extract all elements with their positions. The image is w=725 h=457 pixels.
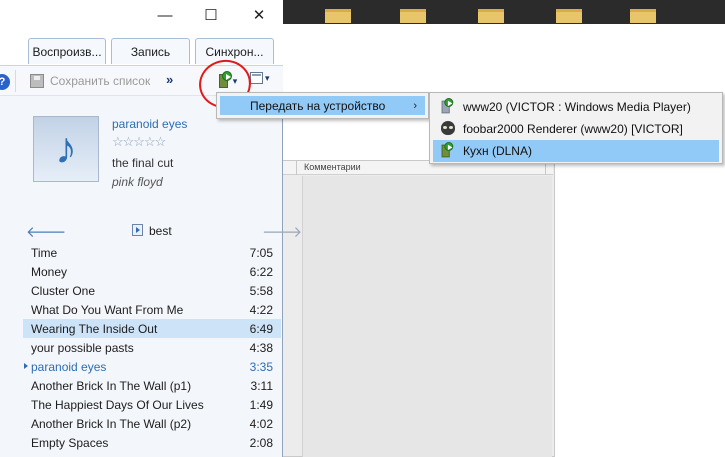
- tab-sync[interactable]: Синхрон...: [195, 38, 274, 64]
- devices-submenu: www20 (VICTOR : Windows Media Player) fo…: [429, 92, 723, 164]
- track-duration: 4:38: [249, 340, 273, 355]
- list-options-icon: [250, 72, 263, 84]
- device-label: foobar2000 Renderer (www20) [VICTOR]: [463, 122, 683, 136]
- track-row-selected[interactable]: Wearing The Inside Out 6:49: [23, 319, 281, 338]
- toolbar-divider: [15, 70, 16, 92]
- tabs-bar: Воспроизв... Запись Синхрон...: [0, 30, 283, 66]
- chevron-down-icon: ▾: [265, 72, 270, 83]
- minimize-icon: —: [157, 6, 173, 24]
- track-duration: 6:49: [249, 321, 273, 336]
- track-duration: 2:08: [249, 435, 273, 450]
- track-duration: 4:02: [249, 416, 273, 431]
- track-row[interactable]: Time 7:05: [23, 243, 281, 262]
- device-label: Кухн (DLNA): [463, 144, 532, 158]
- track-row[interactable]: your possible pasts 4:38: [23, 338, 281, 357]
- folder-icon[interactable]: [325, 9, 351, 23]
- close-icon: ✕: [252, 7, 266, 24]
- now-playing-album: the final cut: [112, 156, 174, 170]
- device-item-kitchen-dlna[interactable]: Кухн (DLNA): [433, 140, 719, 162]
- track-name: Another Brick In The Wall (p2): [31, 416, 192, 431]
- foobar-alien-icon: [441, 121, 455, 135]
- folder-icon[interactable]: [478, 9, 504, 23]
- device-label: www20 (VICTOR : Windows Media Player): [463, 100, 691, 114]
- submenu-arrow-icon: ›: [413, 99, 417, 112]
- album-art: ♪: [33, 116, 99, 182]
- cast-context-menu: Передать на устройство ›: [216, 92, 429, 119]
- track-row-now-playing[interactable]: paranoid eyes 3:35: [23, 357, 281, 376]
- minimize-button[interactable]: —: [142, 0, 188, 30]
- list-options-button[interactable]: ▾: [250, 72, 270, 84]
- comments-column-label: Комментарии: [304, 162, 361, 172]
- track-row[interactable]: Money 6:22: [23, 262, 281, 281]
- track-name: The Happiest Days Of Our Lives: [31, 397, 204, 412]
- track-row[interactable]: Cluster One 5:58: [23, 281, 281, 300]
- help-icon[interactable]: ?: [0, 74, 10, 90]
- save-list-button[interactable]: Сохранить список: [30, 72, 150, 90]
- maximize-button[interactable]: ☐: [188, 0, 234, 30]
- now-playing-title[interactable]: paranoid eyes: [112, 117, 187, 131]
- track-row[interactable]: Empty Spaces 2:08: [23, 433, 281, 452]
- track-duration: 7:05: [249, 245, 273, 260]
- close-button[interactable]: ✕: [236, 0, 282, 30]
- rating-stars[interactable]: ☆☆☆☆☆: [112, 134, 166, 150]
- track-duration: 5:58: [249, 283, 273, 298]
- background-content-area: [302, 176, 552, 457]
- playlist-name[interactable]: best: [149, 224, 172, 238]
- track-name: Another Brick In The Wall (p1): [31, 378, 192, 393]
- track-row[interactable]: The Happiest Days Of Our Lives 1:49: [23, 395, 281, 414]
- now-playing-marker-icon: [24, 363, 28, 369]
- track-row[interactable]: Another Brick In The Wall (p2) 4:02: [23, 414, 281, 433]
- save-list-label: Сохранить список: [50, 74, 151, 88]
- forward-arrow-icon[interactable]: 🡒: [262, 222, 302, 241]
- menu-item-label: Передать на устройство: [250, 98, 386, 113]
- track-name: Empty Spaces: [31, 435, 109, 450]
- track-row[interactable]: What Do You Want From Me 4:22: [23, 300, 281, 319]
- track-duration: 3:11: [250, 378, 273, 393]
- title-bar: — ☐ ✕: [0, 0, 283, 30]
- device-item-foobar[interactable]: foobar2000 Renderer (www20) [VICTOR]: [433, 118, 719, 140]
- track-name: paranoid eyes: [31, 359, 107, 374]
- column-separator: [296, 161, 297, 175]
- disk-icon: [30, 74, 44, 88]
- more-options-button[interactable]: »: [166, 72, 173, 87]
- tab-play[interactable]: Воспроизв...: [28, 38, 106, 64]
- track-duration: 6:22: [249, 264, 273, 279]
- folder-icon[interactable]: [630, 9, 656, 23]
- media-device-icon: [441, 98, 454, 115]
- track-name: Wearing The Inside Out: [31, 321, 158, 336]
- maximize-icon: ☐: [204, 7, 218, 24]
- track-row[interactable]: Another Brick In The Wall (p1) 3:11: [23, 376, 281, 395]
- track-name: Cluster One: [31, 283, 96, 298]
- track-name: What Do You Want From Me: [31, 302, 184, 317]
- media-device-icon: [441, 142, 454, 159]
- music-note-icon: ♪: [55, 124, 77, 173]
- track-name: Time: [31, 245, 58, 260]
- folder-icon[interactable]: [400, 9, 426, 23]
- back-arrow-icon[interactable]: 🡐: [26, 222, 66, 241]
- track-duration: 1:49: [249, 397, 273, 412]
- device-item-wmp[interactable]: www20 (VICTOR : Windows Media Player): [433, 96, 719, 118]
- track-name: your possible pasts: [31, 340, 134, 355]
- now-playing-artist: pink floyd: [112, 175, 163, 189]
- track-name: Money: [31, 264, 68, 279]
- track-duration: 4:22: [249, 302, 273, 317]
- track-list: Time 7:05 Money 6:22 Cluster One 5:58 What …: [23, 243, 281, 452]
- tab-burn[interactable]: Запись: [111, 38, 190, 64]
- folder-icon[interactable]: [556, 9, 582, 23]
- track-duration: 3:35: [249, 359, 273, 374]
- menu-item-play-to-device[interactable]: Передать на устройство ›: [220, 96, 425, 115]
- playlist-icon: [132, 224, 143, 236]
